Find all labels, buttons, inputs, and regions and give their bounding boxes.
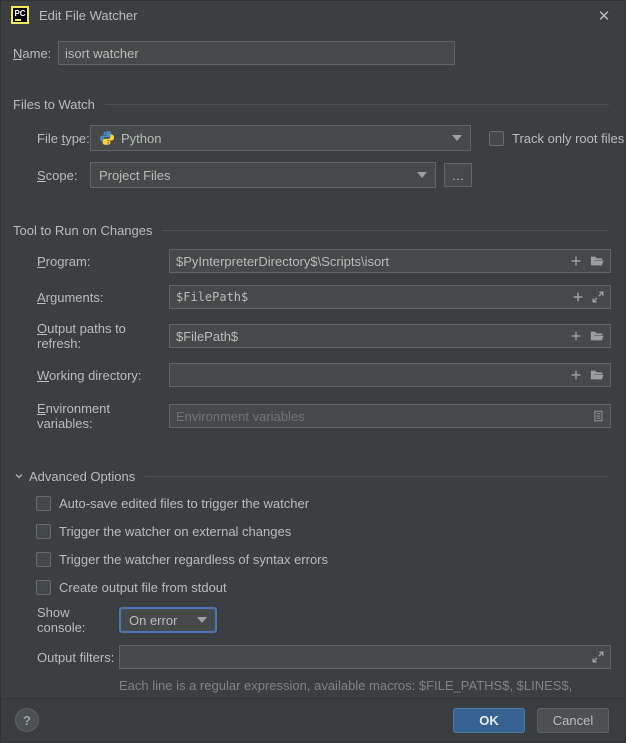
scope-value: Project Files: [99, 168, 171, 183]
environment-variables-label: Environment variables:: [37, 401, 169, 431]
file-type-label: File type:: [37, 131, 90, 146]
program-input[interactable]: [169, 249, 611, 273]
track-only-root-files-label: Track only root files: [512, 131, 624, 146]
trigger-external-label: Trigger the watcher on external changes: [59, 524, 291, 539]
auto-save-checkbox[interactable]: [36, 496, 51, 511]
working-directory-label: Working directory:: [37, 368, 169, 383]
show-console-label: Show console:: [37, 605, 119, 635]
help-icon[interactable]: ?: [15, 708, 39, 732]
working-directory-row: Working directory:: [1, 363, 625, 387]
auto-save-label: Auto-save edited files to trigger the wa…: [59, 496, 309, 511]
arguments-input[interactable]: [169, 285, 611, 309]
file-type-value: Python: [121, 131, 161, 146]
program-label: Program:: [37, 254, 169, 269]
chevron-down-icon: [197, 617, 207, 623]
name-label: Name:: [13, 46, 58, 61]
browse-folder-icon[interactable]: [589, 329, 605, 343]
advanced-options-title: Advanced Options: [29, 469, 135, 484]
insert-macro-plus-icon[interactable]: [569, 254, 583, 268]
show-console-combobox[interactable]: On error: [119, 607, 217, 633]
output-filters-row: Output filters:: [1, 645, 625, 669]
environment-variables-row: Environment variables:: [1, 401, 625, 431]
scope-row: Scope: Project Files …: [1, 162, 625, 188]
show-console-value: On error: [129, 613, 177, 628]
trigger-syntax-checkbox[interactable]: [36, 552, 51, 567]
insert-macro-plus-icon[interactable]: [569, 329, 583, 343]
file-type-combobox[interactable]: Python: [90, 125, 471, 151]
cancel-button[interactable]: Cancel: [537, 708, 609, 733]
edit-file-watcher-dialog: PC Edit File Watcher ✕ Name: Files to Wa…: [0, 0, 626, 743]
stdout-checkbox[interactable]: [36, 580, 51, 595]
section-divider: [162, 230, 609, 231]
files-to-watch-section-header: Files to Watch: [1, 95, 625, 113]
expand-icon[interactable]: [591, 290, 605, 304]
name-row: Name:: [13, 41, 625, 65]
insert-macro-plus-icon[interactable]: [571, 290, 585, 304]
trigger-syntax-row: Trigger the watcher regardless of syntax…: [1, 551, 625, 567]
tool-section-header: Tool to Run on Changes: [1, 221, 625, 239]
auto-save-row: Auto-save edited files to trigger the wa…: [1, 495, 625, 511]
output-filters-input[interactable]: [119, 645, 611, 669]
working-directory-input[interactable]: [169, 363, 611, 387]
python-icon: [99, 130, 115, 146]
program-row: Program:: [1, 249, 625, 273]
track-only-root-files-checkbox[interactable]: [489, 131, 504, 146]
browse-folder-icon[interactable]: [589, 368, 605, 382]
trigger-external-checkbox[interactable]: [36, 524, 51, 539]
expand-icon[interactable]: [591, 650, 605, 664]
file-type-row: File type: Python Track only root files: [1, 125, 625, 151]
insert-macro-plus-icon[interactable]: [569, 368, 583, 382]
pycharm-logo-text: PC: [14, 10, 25, 18]
show-console-row: Show console: On error: [1, 605, 625, 635]
ok-button[interactable]: OK: [453, 708, 525, 733]
title-bar: PC Edit File Watcher ✕: [1, 1, 625, 29]
stdout-label: Create output file from stdout: [59, 580, 227, 595]
chevron-down-icon: [417, 172, 427, 178]
name-input[interactable]: [58, 41, 455, 65]
pycharm-logo-icon: PC: [11, 6, 29, 24]
advanced-options-header[interactable]: Advanced Options: [1, 467, 625, 485]
output-paths-input[interactable]: [169, 324, 611, 348]
scope-browse-button[interactable]: …: [444, 163, 472, 187]
browse-folder-icon[interactable]: [589, 254, 605, 268]
trigger-syntax-label: Trigger the watcher regardless of syntax…: [59, 552, 328, 567]
tool-section-title: Tool to Run on Changes: [13, 223, 152, 238]
arguments-label: Arguments:: [37, 290, 169, 305]
section-divider: [145, 476, 609, 477]
stdout-row: Create output file from stdout: [1, 579, 625, 595]
output-filters-label: Output filters:: [37, 650, 119, 665]
output-paths-row: Output paths to refresh:: [1, 321, 625, 351]
environment-variables-input[interactable]: [169, 404, 611, 428]
scope-combobox[interactable]: Project Files: [90, 162, 436, 188]
trigger-external-row: Trigger the watcher on external changes: [1, 523, 625, 539]
close-icon[interactable]: ✕: [593, 5, 615, 27]
section-divider: [105, 104, 609, 105]
chevron-down-icon: [452, 135, 462, 141]
scope-label: Scope:: [37, 168, 90, 183]
arguments-row: Arguments:: [1, 285, 625, 309]
dialog-title: Edit File Watcher: [39, 8, 138, 23]
env-list-icon[interactable]: [591, 409, 605, 423]
chevron-down-icon: [13, 470, 25, 482]
output-paths-label: Output paths to refresh:: [37, 321, 169, 351]
footer-bar: ? OK Cancel: [1, 698, 625, 742]
files-to-watch-title: Files to Watch: [13, 97, 95, 112]
